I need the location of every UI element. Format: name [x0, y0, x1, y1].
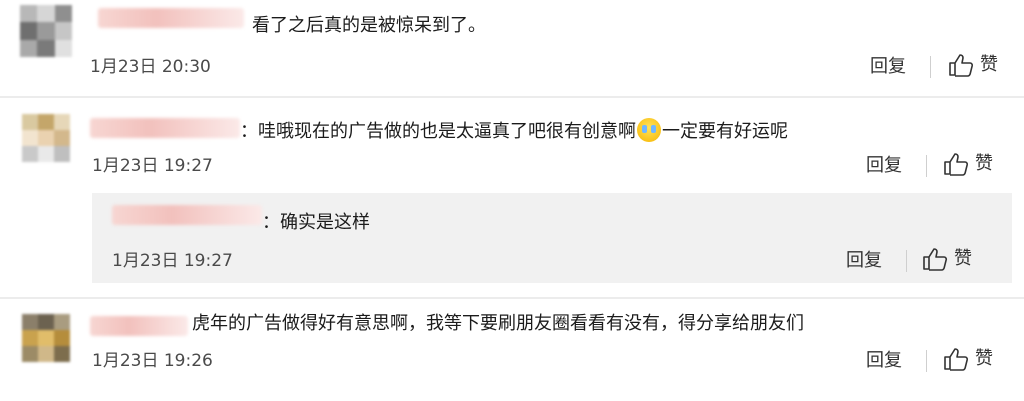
- username[interactable]: [90, 316, 188, 336]
- comment-text-part-1: ：哇哦现在的广告做的也是太逼真了吧很有创意啊: [240, 121, 636, 142]
- like-button[interactable]: 赞: [943, 347, 993, 371]
- username[interactable]: [112, 205, 262, 225]
- avatar[interactable]: [22, 114, 70, 162]
- comment-time: 1月23日 19:27: [92, 156, 213, 176]
- username[interactable]: [98, 8, 244, 28]
- comment-text: ：哇哦现在的广告做的也是太逼真了吧很有创意啊 一定要有好运呢: [240, 118, 788, 144]
- thumbs-up-icon: [944, 348, 969, 371]
- like-button[interactable]: 赞: [922, 247, 972, 271]
- reply-button[interactable]: 回复: [846, 250, 882, 272]
- crying-laugh-emoji: [637, 118, 661, 142]
- comment-time: 1月23日 20:30: [90, 57, 211, 77]
- reply-button[interactable]: 回复: [866, 350, 902, 372]
- comment-text: 看了之后真的是被惊呆到了。: [252, 15, 486, 36]
- action-divider: [930, 56, 931, 78]
- like-label: 赞: [954, 248, 972, 269]
- thumbs-up-icon: [949, 54, 974, 77]
- like-label: 赞: [975, 153, 993, 174]
- reply-thread: ：确实是这样 1月23日 19:27 回复 赞: [92, 193, 1012, 283]
- thumbs-up-icon: [944, 153, 969, 176]
- like-button[interactable]: 赞: [943, 152, 993, 176]
- reply-text: ：确实是这样: [262, 212, 370, 233]
- comment-text-part-2: 一定要有好运呢: [662, 121, 788, 142]
- like-label: 赞: [975, 348, 993, 369]
- action-divider: [906, 250, 907, 272]
- avatar[interactable]: [20, 5, 72, 57]
- action-divider: [926, 350, 927, 372]
- reply-button[interactable]: 回复: [870, 56, 906, 78]
- separator: [0, 96, 1024, 98]
- like-label: 赞: [980, 54, 998, 75]
- separator: [0, 297, 1024, 299]
- thumbs-up-icon: [923, 248, 948, 271]
- avatar[interactable]: [22, 314, 70, 362]
- username[interactable]: [90, 118, 240, 138]
- comment-time: 1月23日 19:26: [92, 351, 213, 371]
- reply-button[interactable]: 回复: [866, 155, 902, 177]
- like-button[interactable]: 赞: [948, 53, 998, 77]
- reply-time: 1月23日 19:27: [112, 251, 233, 271]
- action-divider: [926, 155, 927, 177]
- comment-text: 虎年的广告做得好有意思啊，我等下要刷朋友圈看看有没有，得分享给朋友们: [192, 313, 804, 334]
